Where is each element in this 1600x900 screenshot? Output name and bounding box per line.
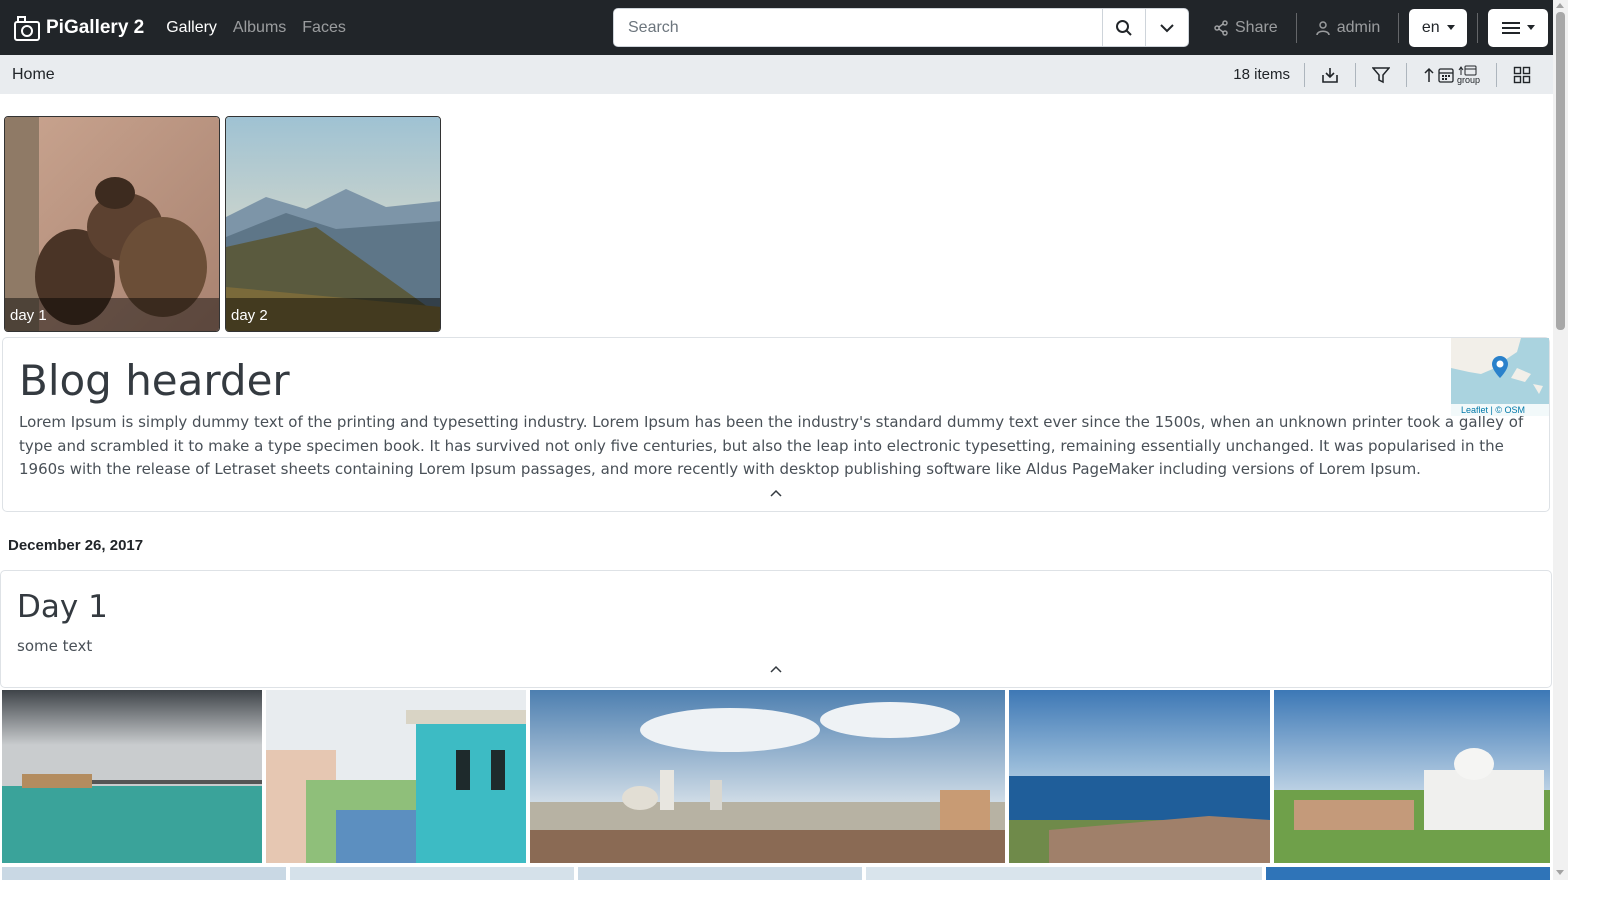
user-label: admin <box>1336 18 1381 36</box>
advanced-search-toggle[interactable] <box>1145 9 1188 46</box>
photo-thumbnail[interactable] <box>290 867 574 880</box>
caret-down-icon <box>1446 25 1455 30</box>
day-card: Day 1 some text <box>0 570 1552 688</box>
blog-card: Blog hearder Lorem Ipsum is simply dummy… <box>2 337 1550 512</box>
breadcrumb-bar: Home 18 items group <box>0 55 1553 94</box>
chevron-up-icon[interactable] <box>769 664 783 674</box>
nav-divider <box>1477 12 1479 43</box>
scroll-down-arrow[interactable] <box>1556 870 1564 875</box>
search-group <box>613 8 1189 47</box>
day-text: some text <box>17 637 93 655</box>
day-title: Day 1 <box>17 589 108 625</box>
photo-ocean-fort <box>1009 690 1270 863</box>
grid-icon <box>1513 66 1531 83</box>
user-menu[interactable]: admin <box>1297 13 1399 43</box>
share-button[interactable]: Share <box>1195 13 1296 43</box>
map-attribution[interactable]: Leaflet | © OSM <box>1451 404 1549 416</box>
download-button[interactable] <box>1305 55 1355 94</box>
breadcrumb-home[interactable]: Home <box>12 66 55 84</box>
photo-thumbnail[interactable] <box>530 690 1005 863</box>
album-label: day 1 <box>5 298 219 331</box>
photo-thumbnail[interactable] <box>1266 867 1550 880</box>
language-dropdown[interactable]: en <box>1409 8 1468 47</box>
blog-title: Blog hearder <box>19 356 290 405</box>
search-input[interactable] <box>614 9 1102 46</box>
search-icon <box>1116 19 1132 36</box>
photo-thumbnail[interactable] <box>578 867 862 880</box>
photo-harbor-storm <box>2 690 262 863</box>
share-label: Share <box>1235 18 1278 36</box>
filter-icon <box>1371 66 1390 83</box>
photo-thumbnail[interactable] <box>266 690 526 863</box>
share-icon <box>1214 19 1228 36</box>
scrollbar-thumb[interactable] <box>1556 12 1565 330</box>
photo-capitol-building <box>1274 690 1550 863</box>
photo-thumbnail[interactable] <box>1274 690 1550 863</box>
hamburger-icon <box>1501 21 1520 34</box>
map-marker-icon[interactable] <box>1491 356 1509 378</box>
scroll-up-arrow[interactable] <box>1556 3 1564 8</box>
nav-divider <box>1398 12 1400 43</box>
language-label: en <box>1421 18 1440 36</box>
photo-city-panorama <box>530 690 1005 863</box>
app-brand[interactable]: PiGallery 2 <box>12 13 144 43</box>
photo-thumbnail[interactable] <box>2 690 262 863</box>
chevron-up-icon[interactable] <box>769 488 783 498</box>
photo-thumbnail[interactable] <box>1009 690 1270 863</box>
chevron-down-icon <box>1160 23 1174 32</box>
download-icon <box>1322 67 1338 83</box>
app-name: PiGallery 2 <box>46 16 145 38</box>
sort-ascending-icon <box>1424 67 1434 82</box>
caret-down-icon <box>1526 25 1535 30</box>
nav-faces[interactable]: Faces <box>302 19 346 37</box>
group-label: group <box>1456 65 1480 85</box>
photo-thumbnail[interactable] <box>866 867 1262 880</box>
album-card-day-2[interactable]: day 2 <box>225 116 441 332</box>
nav-gallery[interactable]: Gallery <box>166 19 217 37</box>
album-card-day-1[interactable]: day 1 <box>4 116 220 332</box>
page-scrollbar[interactable] <box>1553 0 1568 880</box>
photo-thumbnail[interactable] <box>2 867 286 880</box>
blog-text: Lorem Ipsum is simply dummy text of the … <box>19 413 1524 478</box>
calendar-icon <box>1438 67 1454 83</box>
camera-logo-icon <box>14 15 40 41</box>
top-navbar: PiGallery 2 Gallery Albums Faces Search … <box>0 0 1568 55</box>
date-group-header: December 26, 2017 <box>8 537 144 554</box>
user-icon <box>1315 20 1330 35</box>
search-button[interactable] <box>1102 9 1145 46</box>
photo-colorful-buildings <box>266 690 526 863</box>
main-menu-button[interactable] <box>1488 8 1549 47</box>
sort-group-button[interactable]: group <box>1407 55 1496 94</box>
items-count: 18 items <box>1233 66 1290 83</box>
mini-map[interactable]: Leaflet | © OSM <box>1451 338 1549 416</box>
album-label: day 2 <box>226 298 440 331</box>
nav-albums[interactable]: Albums <box>233 19 286 37</box>
filter-button[interactable] <box>1356 55 1406 94</box>
grid-size-button[interactable] <box>1497 55 1553 94</box>
group-text: group <box>1456 75 1480 85</box>
